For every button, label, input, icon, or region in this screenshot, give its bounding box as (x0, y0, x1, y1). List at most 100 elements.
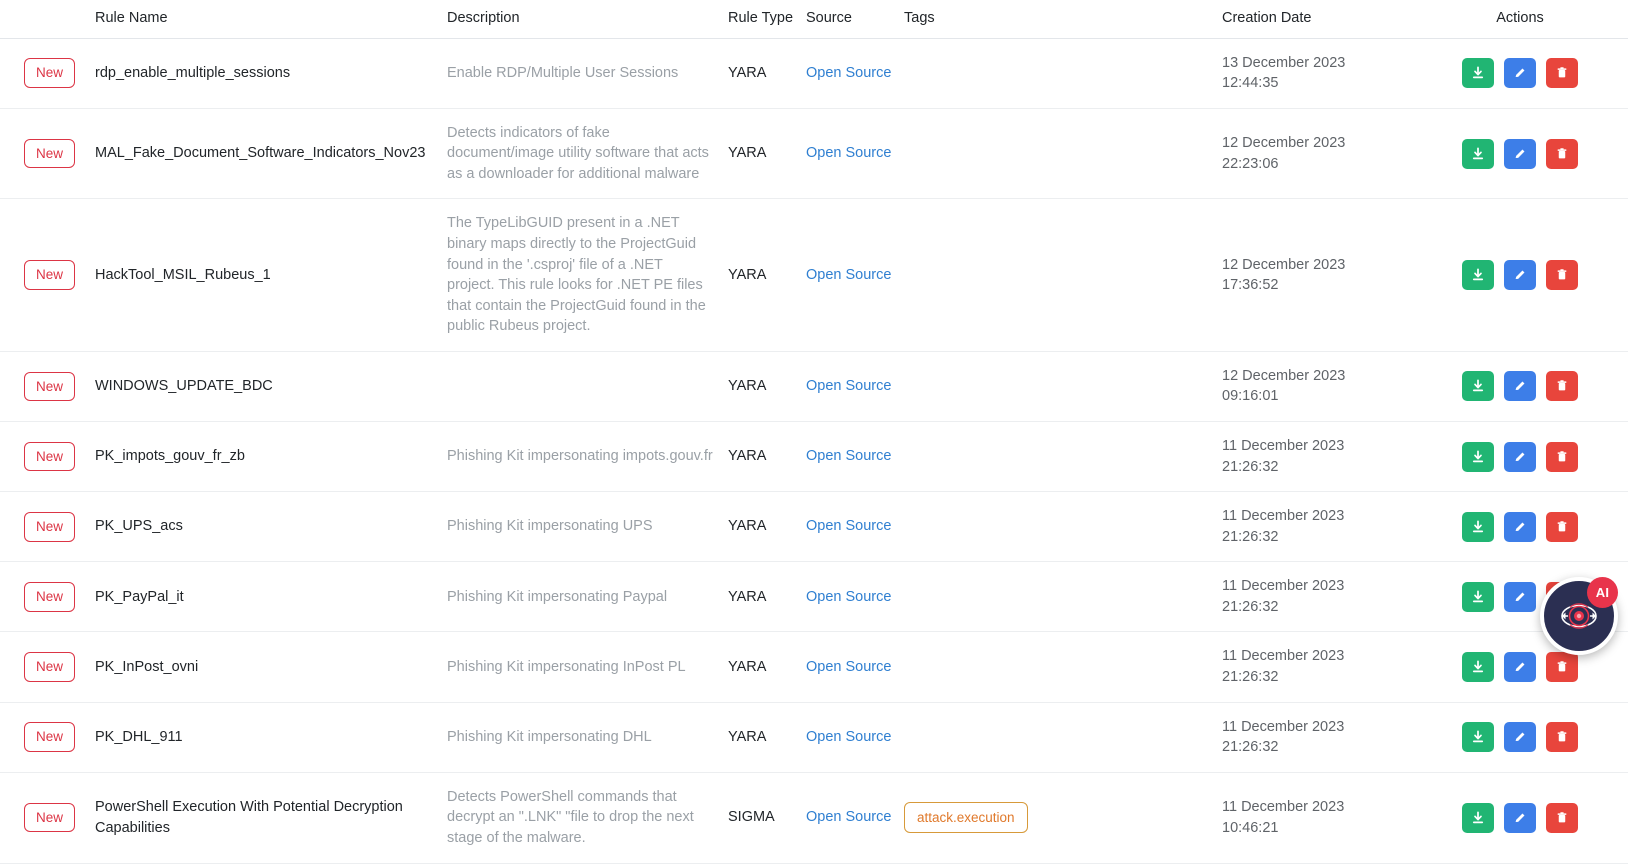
cell-actions (1412, 422, 1628, 492)
cell-actions (1412, 772, 1628, 863)
source-link[interactable]: Open Source (806, 659, 891, 675)
cell-source: Open Source (806, 772, 904, 863)
cell-source: Open Source (806, 492, 904, 562)
source-link[interactable]: Open Source (806, 65, 891, 81)
cell-source: Open Source (806, 38, 904, 108)
table-row[interactable]: New PK_PayPal_it Phishing Kit impersonatin… (0, 562, 1628, 632)
source-link[interactable]: Open Source (806, 518, 891, 534)
download-icon (1472, 520, 1484, 532)
table-row[interactable]: New PowerShell Execution With Potential D… (0, 772, 1628, 864)
edit-button[interactable] (1504, 371, 1536, 402)
cell-actions (1412, 351, 1628, 421)
action-button-group (1462, 511, 1578, 542)
table-header-row: Rule Name Description Rule Type Source T… (0, 0, 1628, 39)
cell-rule-type: YARA (728, 588, 767, 605)
creation-date-time: 21:26:32 (1222, 528, 1279, 545)
cell-source: Open Source (806, 351, 904, 421)
edit-button[interactable] (1504, 581, 1536, 612)
action-button-group (1462, 371, 1578, 402)
cell-rule-name: MAL_Fake_Document_Software_Indicators_No… (95, 145, 426, 162)
download-button[interactable] (1462, 511, 1494, 542)
source-link[interactable]: Open Source (806, 729, 891, 745)
cell-status-badge: New (0, 199, 95, 351)
action-button-group (1462, 722, 1578, 753)
delete-button[interactable] (1546, 138, 1578, 169)
edit-icon (1515, 270, 1525, 280)
edit-icon (1515, 813, 1525, 822)
cell-source: Open Source (806, 108, 904, 199)
download-button[interactable] (1462, 722, 1494, 753)
table-row[interactable]: New WINDOWS_UPDATE_BDC YARA Open Source 12 D… (0, 351, 1628, 422)
column-header-actions: Actions (1412, 0, 1628, 39)
delete-button[interactable] (1546, 441, 1578, 472)
source-link[interactable]: Open Source (806, 448, 891, 464)
creation-date-time: 21:26:32 (1222, 598, 1279, 615)
delete-icon (1557, 269, 1567, 280)
download-button[interactable] (1462, 441, 1494, 472)
creation-date-time: 12:44:35 (1222, 75, 1279, 92)
cell-rule-name: PK_InPost_ovni (95, 658, 199, 675)
source-link[interactable]: Open Source (806, 267, 891, 283)
edit-button[interactable] (1504, 511, 1536, 542)
source-link[interactable]: Open Source (806, 378, 891, 394)
download-button[interactable] (1462, 260, 1494, 291)
download-button[interactable] (1462, 138, 1494, 169)
download-button[interactable] (1462, 802, 1494, 833)
ai-badge: AI (1587, 577, 1618, 608)
edit-button[interactable] (1504, 260, 1536, 291)
delete-button[interactable] (1546, 722, 1578, 753)
delete-button[interactable] (1546, 652, 1578, 683)
delete-button[interactable] (1546, 511, 1578, 542)
table-row[interactable]: New rdp_enable_multiple_sessions Enable RD… (0, 38, 1628, 109)
delete-button[interactable] (1546, 58, 1578, 89)
status-badge-new: New (24, 652, 76, 682)
ai-assistant-button[interactable]: AI (1540, 577, 1618, 655)
creation-date-day: 11 December 2023 (1222, 718, 1345, 735)
rules-table-container: Rule Name Description Rule Type Source T… (0, 0, 1628, 864)
edit-button[interactable] (1504, 722, 1536, 753)
edit-button[interactable] (1504, 441, 1536, 472)
edit-button[interactable] (1504, 138, 1536, 169)
creation-date-day: 11 December 2023 (1222, 438, 1345, 455)
table-row[interactable]: New PK_DHL_911 Phishing Kit impersonating … (0, 702, 1628, 773)
table-row[interactable]: New MAL_Fake_Document_Software_Indicators… (0, 108, 1628, 199)
source-link[interactable]: Open Source (806, 589, 891, 605)
source-link[interactable]: Open Source (806, 145, 891, 161)
download-icon (1472, 379, 1484, 392)
delete-button[interactable] (1546, 260, 1578, 291)
creation-date-day: 11 December 2023 (1222, 578, 1345, 595)
edit-icon (1515, 381, 1525, 391)
download-button[interactable] (1462, 58, 1494, 89)
cell-rule-type: SIGMA (728, 809, 775, 826)
cell-tags (904, 38, 1222, 108)
cell-source: Open Source (806, 199, 904, 351)
edit-icon (1515, 68, 1525, 78)
edit-button[interactable] (1504, 802, 1536, 833)
table-body: New rdp_enable_multiple_sessions Enable RD… (0, 38, 1628, 864)
cell-rule-type: YARA (728, 266, 767, 283)
edit-button[interactable] (1504, 58, 1536, 89)
cell-status-badge: New (0, 702, 95, 772)
cell-rule-name: PK_impots_gouv_fr_zb (95, 448, 245, 465)
table-row[interactable]: New PK_impots_gouv_fr_zb Phishing Kit impe… (0, 422, 1628, 492)
download-button[interactable] (1462, 581, 1494, 612)
cell-creation-date: 12 December 2023 09:16:01 (1222, 351, 1412, 421)
delete-button[interactable] (1546, 371, 1578, 402)
source-link[interactable]: Open Source (806, 809, 891, 825)
cell-actions (1412, 38, 1628, 108)
tag-chip[interactable]: attack.execution (904, 801, 1028, 834)
cell-creation-date: 12 December 2023 17:36:52 (1222, 199, 1412, 351)
cell-source: Open Source (806, 562, 904, 632)
cell-creation-date: 11 December 2023 10:46:21 (1222, 772, 1412, 863)
cell-rule-type: YARA (728, 378, 767, 395)
download-button[interactable] (1462, 371, 1494, 402)
table-row[interactable]: New HackTool_MSIL_Rubeus_1 The TypeLibGUID… (0, 199, 1628, 352)
table-row[interactable]: New PK_InPost_ovni Phishing Kit impersonat… (0, 632, 1628, 703)
edit-button[interactable] (1504, 652, 1536, 683)
delete-button[interactable] (1546, 802, 1578, 833)
cell-rule-name: PK_PayPal_it (95, 588, 184, 605)
table-row[interactable]: New PK_UPS_acs Phishing Kit impersonating … (0, 492, 1628, 562)
cell-rule-type: YARA (728, 518, 767, 535)
download-button[interactable] (1462, 652, 1494, 683)
status-badge-new: New (24, 512, 76, 542)
